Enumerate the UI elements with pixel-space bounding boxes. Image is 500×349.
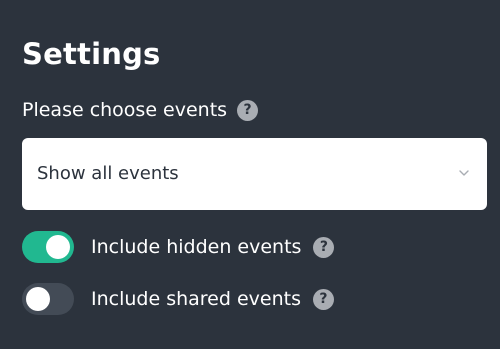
- chevron-down-icon: [459, 170, 469, 176]
- toggle-knob: [46, 235, 70, 259]
- include-shared-events-help-icon[interactable]: ?: [312, 288, 334, 310]
- include-hidden-events-row: Include hidden events ?: [22, 231, 335, 263]
- events-label-row: Please choose events ?: [22, 96, 259, 124]
- include-shared-events-toggle[interactable]: [22, 283, 74, 315]
- events-select[interactable]: Show all events: [22, 138, 487, 210]
- events-label: Please choose events: [22, 99, 228, 121]
- toggle-knob: [26, 287, 50, 311]
- settings-panel: Settings Please choose events ? Show all…: [0, 0, 500, 349]
- include-shared-events-label: Include shared events: [91, 288, 301, 310]
- include-shared-events-row: Include shared events ?: [22, 283, 334, 315]
- events-help-icon[interactable]: ?: [237, 99, 259, 121]
- settings-title: Settings: [22, 37, 161, 71]
- include-hidden-events-toggle[interactable]: [22, 231, 74, 263]
- include-hidden-events-label: Include hidden events: [91, 236, 302, 258]
- include-hidden-events-help-icon[interactable]: ?: [313, 236, 335, 258]
- events-select-value: Show all events: [37, 163, 179, 184]
